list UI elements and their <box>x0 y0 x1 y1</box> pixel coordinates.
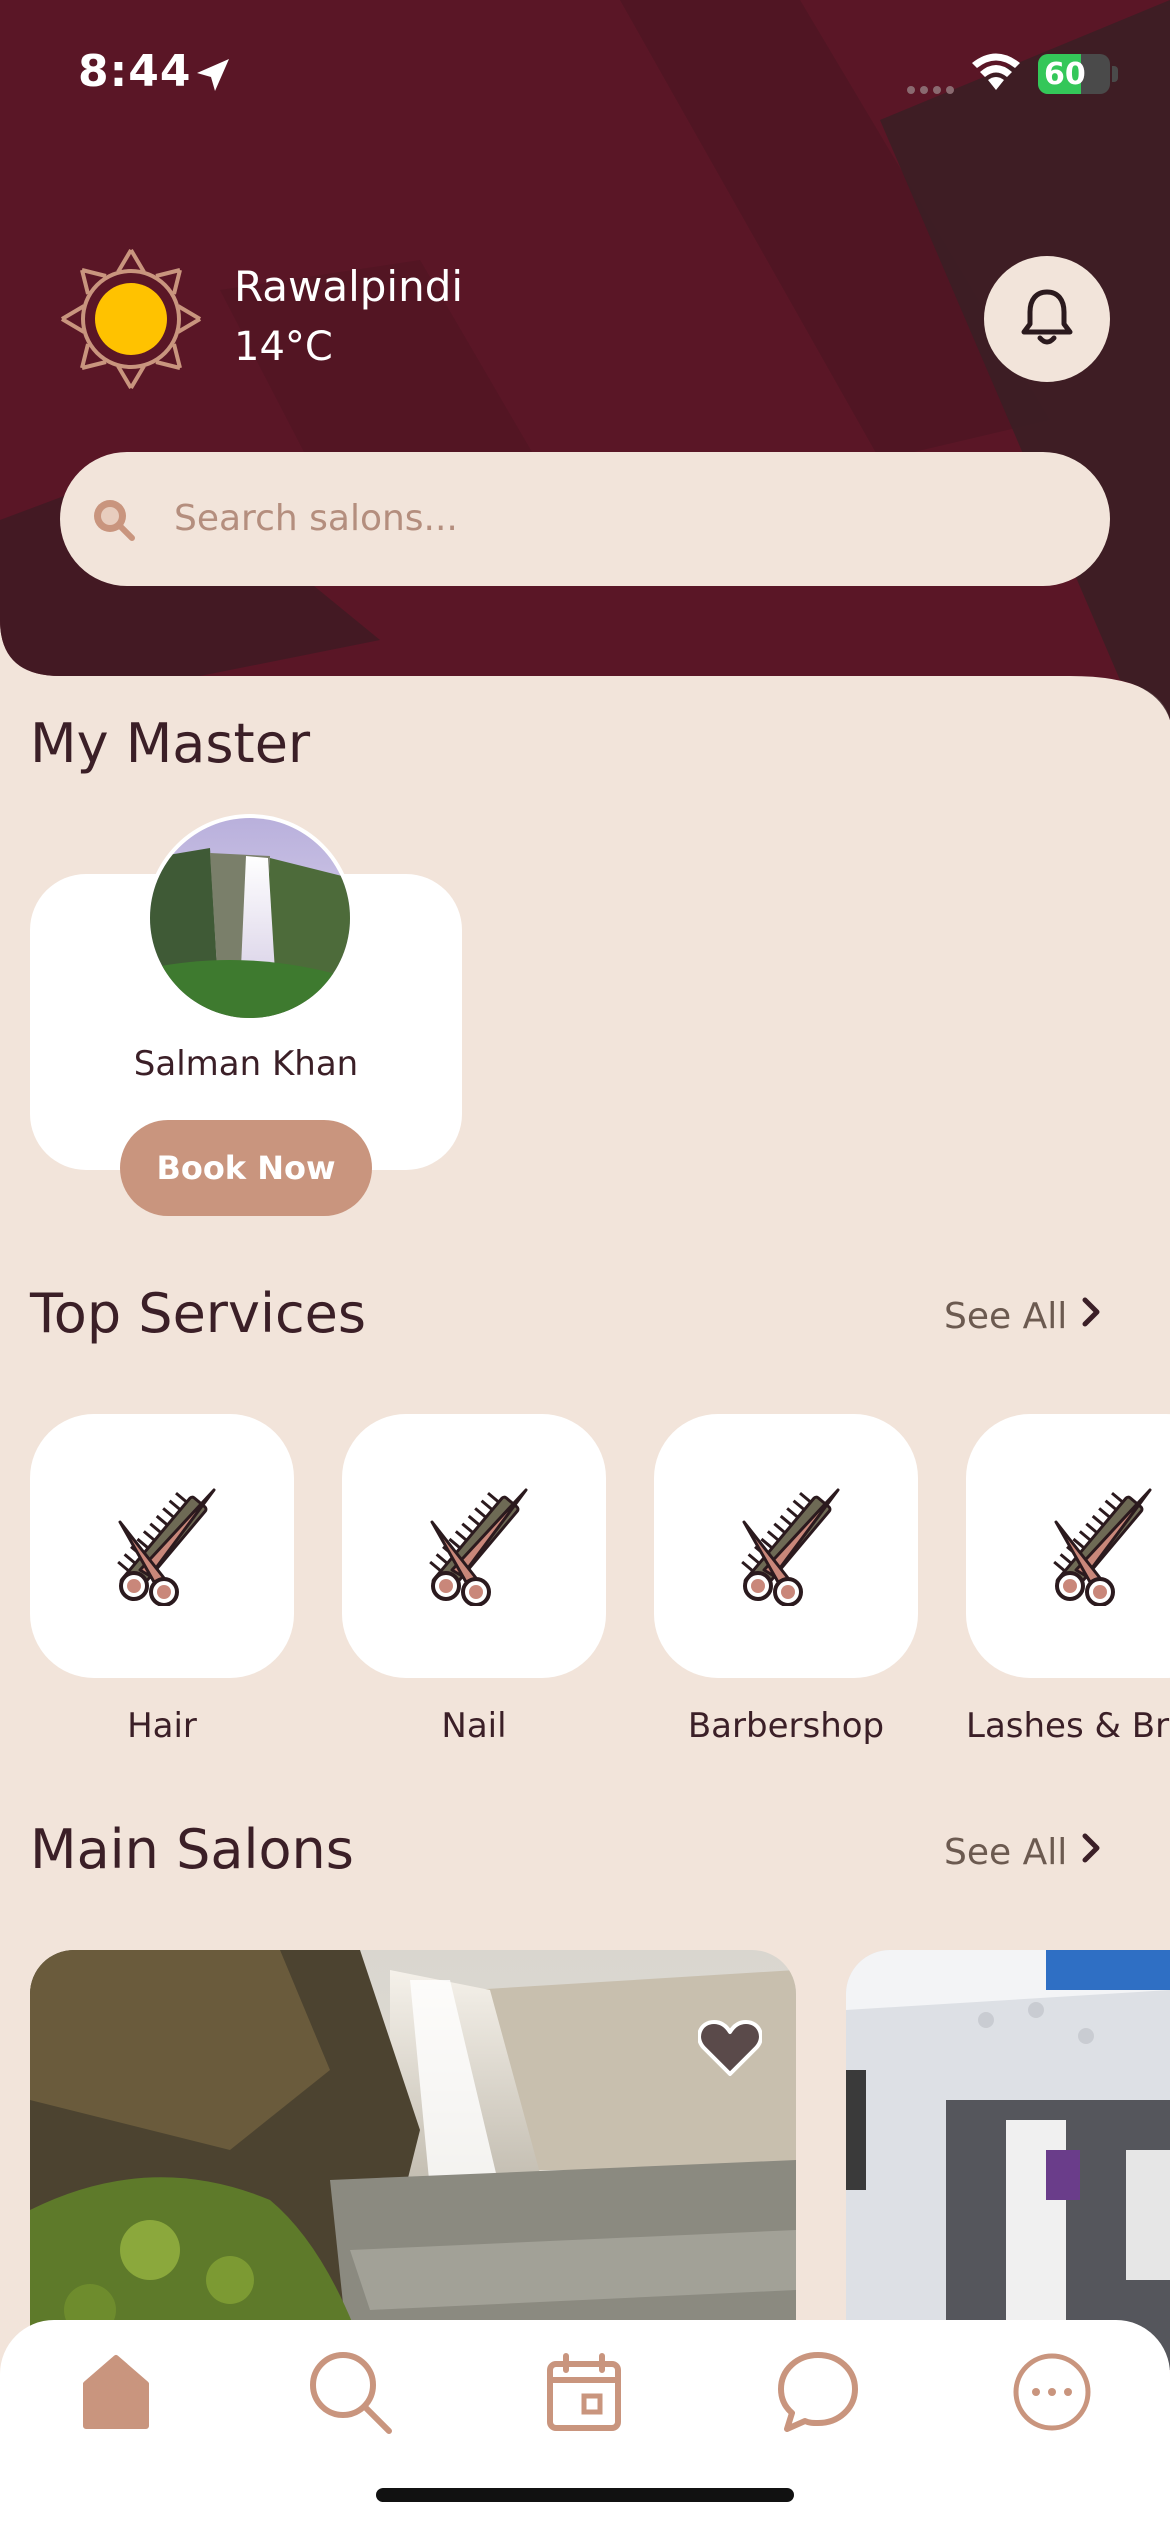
service-tile <box>966 1414 1170 1678</box>
section-title-my-master: My Master <box>30 712 311 775</box>
heart-icon[interactable] <box>697 2018 763 2080</box>
service-item-nail[interactable]: Nail <box>342 1414 606 1746</box>
nav-chat[interactable] <box>768 2344 868 2444</box>
salons-list <box>0 1950 1170 2370</box>
sun-icon <box>58 246 204 396</box>
salon-card[interactable] <box>30 1950 796 2370</box>
salon-image-interior <box>846 1950 1170 2370</box>
notification-button[interactable] <box>984 256 1110 382</box>
scissors-comb-icon <box>1036 1482 1160 1610</box>
more-icon <box>1010 2350 1094 2438</box>
search-icon <box>305 2347 395 2441</box>
temperature: 14°C <box>234 324 333 370</box>
status-time: 8:44 <box>78 46 192 97</box>
nav-calendar[interactable] <box>534 2344 634 2444</box>
see-all-services-link[interactable]: See All <box>944 1296 1103 1337</box>
scissors-comb-icon <box>724 1482 848 1610</box>
book-now-button[interactable]: Book Now <box>120 1120 372 1216</box>
location-arrow-icon <box>193 55 233 99</box>
service-label: Lashes & Bro <box>966 1706 1170 1746</box>
master-name: Salman Khan <box>133 1044 359 1084</box>
service-tile <box>654 1414 918 1678</box>
service-item-barbershop[interactable]: Barbershop <box>654 1414 918 1746</box>
battery-tip <box>1112 66 1118 82</box>
chat-icon <box>775 2349 861 2439</box>
signal-icon <box>906 80 956 99</box>
service-tile <box>342 1414 606 1678</box>
service-item-lashes[interactable]: Lashes & Bro <box>966 1414 1170 1746</box>
see-all-salons-link[interactable]: See All <box>944 1832 1103 1873</box>
status-bar: 8:44 60 <box>0 0 1170 140</box>
city-name: Rawalpindi <box>234 262 464 311</box>
wifi-icon <box>970 52 1022 96</box>
scissors-comb-icon <box>412 1482 536 1610</box>
salon-card[interactable] <box>846 1950 1170 2370</box>
service-label: Nail <box>441 1706 507 1746</box>
battery-icon: 60 <box>1038 54 1110 94</box>
section-title-main-salons: Main Salons <box>30 1818 354 1881</box>
service-tile <box>30 1414 294 1678</box>
scissors-comb-icon <box>100 1482 224 1610</box>
nav-home[interactable] <box>66 2344 166 2444</box>
search-input[interactable]: Search salons... <box>60 452 1110 586</box>
avatar <box>146 814 354 1022</box>
see-all-label: See All <box>944 1296 1068 1337</box>
service-label: Barbershop <box>687 1706 885 1746</box>
see-all-label: See All <box>944 1832 1068 1873</box>
salon-image-waterfall <box>30 1950 796 2370</box>
section-title-top-services: Top Services <box>30 1282 366 1345</box>
chevron-right-icon <box>1081 1832 1103 1873</box>
bell-icon <box>1016 286 1078 352</box>
service-item-hair[interactable]: Hair <box>30 1414 294 1746</box>
search-placeholder: Search salons... <box>174 498 458 539</box>
home-icon <box>76 2352 156 2436</box>
service-label: Hair <box>127 1706 197 1746</box>
home-indicator <box>376 2488 794 2502</box>
search-icon <box>90 496 138 548</box>
nav-search[interactable] <box>300 2344 400 2444</box>
services-list: Hair Nail Barbershop Lashes & Bro <box>0 1414 1170 1774</box>
battery-level: 60 <box>1044 57 1086 92</box>
nav-more[interactable] <box>1002 2344 1102 2444</box>
calendar-icon <box>544 2352 624 2436</box>
chevron-right-icon <box>1081 1296 1103 1337</box>
